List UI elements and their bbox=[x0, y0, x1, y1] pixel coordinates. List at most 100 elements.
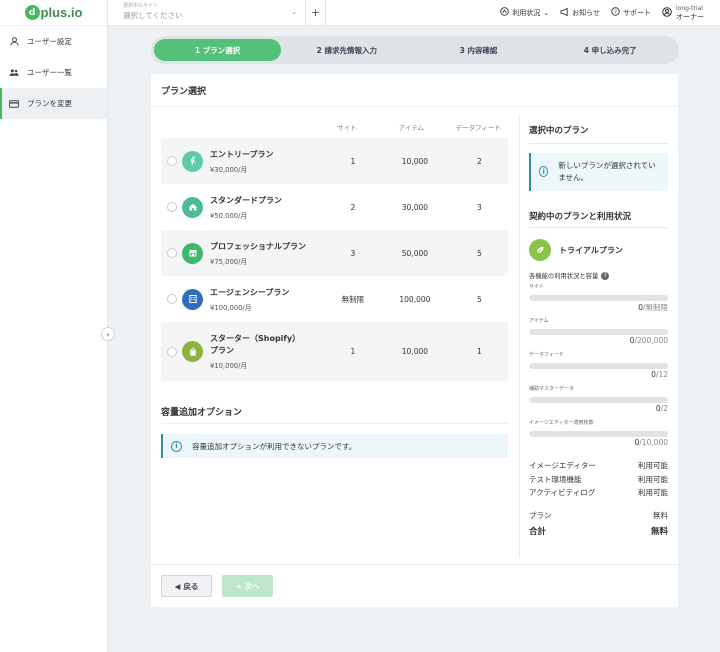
sidebar-item-label: ユーザー設定 bbox=[27, 37, 72, 46]
notice-label: お知らせ bbox=[572, 8, 600, 17]
price-summary: プラン 無料 合計 無料 bbox=[529, 510, 668, 537]
current-plan-name: トライアルプラン bbox=[559, 245, 623, 255]
support-link[interactable]: ? サポート bbox=[611, 7, 651, 18]
plan-feeds: 1 bbox=[476, 347, 482, 356]
logo[interactable]: d plus.io bbox=[0, 0, 107, 26]
column-header-feeds: データフィード bbox=[455, 124, 501, 132]
plan-radio[interactable] bbox=[167, 294, 177, 304]
arrow-right-icon: ➜ bbox=[235, 581, 242, 591]
site-select-label: 選択中のサイト bbox=[123, 2, 159, 9]
plan-price: ¥10,000/月 bbox=[210, 362, 248, 370]
plan-info: エントリープラン ¥30,000/月 bbox=[210, 149, 325, 174]
next-button[interactable]: ➜ 次へ bbox=[222, 575, 273, 597]
plan-price: ¥50,000/月 bbox=[210, 211, 248, 220]
store-icon bbox=[182, 242, 203, 264]
svg-text:?: ? bbox=[614, 10, 617, 16]
step-plan-select: 1 プラン選択 bbox=[154, 39, 281, 61]
plan-feeds: 2 bbox=[476, 156, 482, 166]
plan-name: エントリープラン bbox=[210, 149, 274, 159]
usage-max: 無制限 bbox=[645, 303, 669, 312]
step-billing-info: 2 請求先情報入力 bbox=[316, 45, 377, 55]
plan-info: スターター（Shopify） プラン ¥10,000/月 bbox=[210, 333, 325, 370]
feature-row: テスト環境機能 利用可能 bbox=[529, 473, 668, 487]
back-label: 戻る bbox=[183, 581, 199, 591]
plan-items: 10,000 bbox=[401, 156, 429, 166]
plan-name: スタンダードプラン bbox=[210, 195, 282, 205]
plan-row-standard[interactable]: スタンダードプラン ¥50,000/月 2 30,000 3 bbox=[161, 184, 508, 230]
plan-info: プロフェッショナルプラン ¥75,000/月 bbox=[210, 241, 325, 266]
divider bbox=[519, 116, 520, 558]
sidebar: d plus.io ユーザー設定 ユーザー一覧 プランを変更 bbox=[0, 0, 108, 652]
user-menu[interactable]: long-trial オーナー bbox=[662, 5, 704, 21]
plan-radio[interactable] bbox=[167, 202, 177, 212]
usage-value: 0/無制限 bbox=[529, 302, 668, 314]
usage-bar bbox=[529, 295, 668, 301]
feature-list: イメージエディター利用可能 テスト環境機能 利用可能 アクティビティログ 利用可能 bbox=[529, 459, 668, 500]
back-button[interactable]: ◀ 戻る bbox=[161, 575, 212, 597]
add-site-button[interactable]: + bbox=[306, 0, 326, 26]
support-label: サポート bbox=[623, 8, 651, 17]
selected-plan-info-text: 新しいプランが選択されていません。 bbox=[558, 161, 656, 182]
notice-link[interactable]: お知らせ bbox=[560, 7, 600, 18]
site-select[interactable]: 選択中のサイト 選択してください ⌄ bbox=[108, 0, 306, 26]
usage-menu[interactable]: 利用状況 ⌄ bbox=[500, 7, 549, 18]
help-icon: ? bbox=[611, 7, 620, 18]
logo-text: plus.io bbox=[40, 5, 83, 20]
plan-row-starter-shopify[interactable]: スターター（Shopify） プラン ¥10,000/月 1 10,000 1 bbox=[161, 322, 508, 381]
usage-label: イメージエディター適用枚数 bbox=[529, 420, 594, 426]
card-icon bbox=[9, 99, 19, 109]
help-icon[interactable]: ? bbox=[601, 271, 610, 280]
usage-bar bbox=[529, 397, 668, 403]
progress-steps: 1 プラン選択 2 請求先情報入力 3 内容確認 4 申し込み完了 bbox=[151, 36, 679, 64]
shopify-bag-icon bbox=[182, 341, 203, 362]
home-icon bbox=[182, 196, 203, 218]
topbar-actions: 利用状況 ⌄ お知らせ ? サポート long-trial オーナー bbox=[500, 5, 720, 21]
feature-status: 利用可能 bbox=[638, 488, 668, 497]
plan-sites: 1 bbox=[350, 347, 356, 356]
plan-price: ¥75,000/月 bbox=[210, 257, 248, 266]
plan-feeds: 5 bbox=[476, 294, 482, 304]
plan-price: ¥100,000/月 bbox=[210, 303, 252, 312]
arrow-left-icon: ◀ bbox=[174, 581, 181, 591]
leaf-icon bbox=[529, 239, 551, 261]
user-name: long-trial bbox=[676, 4, 703, 12]
options-info-text: 容量追加オプションが利用できないプランです。 bbox=[192, 441, 357, 451]
plan-name: エージェンシープラン bbox=[210, 287, 290, 297]
total-label: 合計 bbox=[529, 526, 547, 537]
usage-heading-text: 各機能の利用状況と容量 bbox=[529, 273, 599, 280]
plan-row-entry[interactable]: エントリープラン ¥30,000/月 1 10,000 2 bbox=[161, 138, 508, 184]
plan-name: プロフェッショナルプラン bbox=[210, 241, 306, 251]
sidebar-item-user-list[interactable]: ユーザー一覧 bbox=[0, 57, 107, 88]
sidebar-item-change-plan[interactable]: プランを変更 bbox=[0, 88, 107, 119]
feature-name: アクティビティログ bbox=[529, 488, 596, 497]
divider bbox=[151, 564, 678, 565]
plan-radio[interactable] bbox=[167, 346, 177, 357]
plan-row-agency[interactable]: エージェンシープラン ¥100,000/月 無制限 100,000 5 bbox=[161, 276, 508, 322]
current-plan-title: 契約中のプランと利用状況 bbox=[529, 205, 668, 228]
sidebar-item-label: ユーザー一覧 bbox=[27, 68, 72, 77]
total-value: 無料 bbox=[650, 526, 668, 537]
usage-label: アイテム bbox=[529, 318, 549, 324]
site-select-value: 選択してください bbox=[123, 10, 183, 20]
plan-radio[interactable] bbox=[167, 248, 177, 258]
usage-label: データフィード bbox=[529, 352, 564, 358]
plan-price-row: プラン 無料 bbox=[529, 510, 668, 521]
selected-plan-info-alert: i 新しいプランが選択されていません。 bbox=[529, 153, 668, 191]
feature-status: 利用可能 bbox=[638, 474, 668, 484]
usage-item: 補助マスターデータ 0/2 bbox=[529, 385, 668, 416]
usage-heading: 各機能の利用状況と容量 ? bbox=[529, 271, 668, 280]
plan-row-professional[interactable]: プロフェッショナルプラン ¥75,000/月 3 50,000 5 bbox=[161, 230, 508, 276]
divider bbox=[151, 106, 678, 107]
options-title: 容量追加オプション bbox=[161, 408, 243, 418]
plan-radio[interactable] bbox=[167, 156, 177, 166]
usage-bar bbox=[529, 431, 668, 437]
usage-item: サイト 0/無制限 bbox=[529, 283, 668, 314]
sidebar-item-user-settings[interactable]: ユーザー設定 bbox=[0, 26, 107, 57]
collapse-sidebar-button[interactable]: ‹ bbox=[101, 327, 115, 341]
users-icon bbox=[9, 68, 19, 78]
feature-name: イメージエディター bbox=[529, 461, 596, 470]
usage-label: サイト bbox=[529, 284, 545, 290]
info-icon: i bbox=[539, 166, 549, 177]
usage-max: 10,000 bbox=[641, 438, 668, 447]
usage-value: 0/200,000 bbox=[529, 336, 668, 348]
